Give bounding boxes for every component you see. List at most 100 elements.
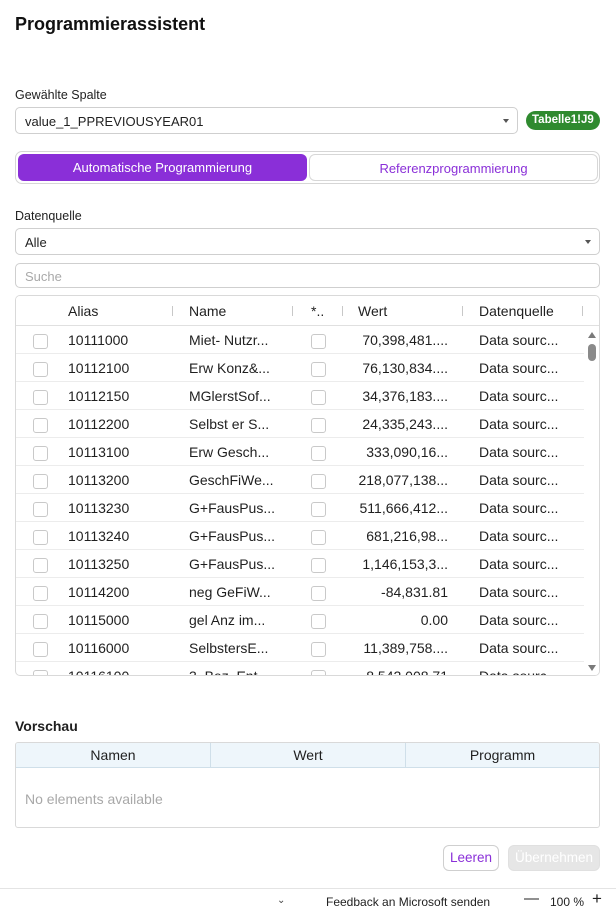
zoom-in-button[interactable]: + (592, 889, 602, 909)
name-cell: G+FausPus... (189, 528, 275, 544)
table-row[interactable]: 10112200 Selbst er S... 24,335,243.... Data… (16, 410, 585, 438)
row-flag-checkbox[interactable] (311, 334, 326, 349)
alias-cell: 10112150 (68, 388, 130, 404)
datasource-cell: Data sourc... (479, 528, 559, 544)
column-header-name[interactable]: Name (189, 303, 226, 319)
alias-cell: 10116000 (68, 640, 130, 656)
row-select-checkbox[interactable] (33, 390, 48, 405)
zoom-out-button[interactable]: — (524, 890, 539, 907)
feedback-link[interactable]: Feedback an Microsoft senden (326, 895, 490, 909)
row-select-checkbox[interactable] (33, 418, 48, 433)
row-flag-checkbox[interactable] (311, 670, 326, 675)
row-select-checkbox[interactable] (33, 614, 48, 629)
name-cell: Selbst er S... (189, 416, 270, 432)
table-row[interactable]: 10113200 GeschFiWe... 218,077,138... Data s… (16, 466, 585, 494)
mode-toggle: Automatische Programmierung Referenzprog… (15, 151, 600, 184)
table-row[interactable]: 10111000 Miet- Nutzr... 70,398,481.... Data… (16, 326, 585, 354)
name-cell: neg GeFiW... (189, 584, 271, 600)
table-row[interactable]: 10112150 MGlerstSof... 34,376,183.... Data … (16, 382, 585, 410)
value-cell: 76,130,834.... (362, 360, 448, 376)
apply-button[interactable]: Übernehmen (508, 845, 600, 871)
table-row[interactable]: 10113230 G+FausPus... 511,666,412... Data s… (16, 494, 585, 522)
row-flag-checkbox[interactable] (311, 530, 326, 545)
row-select-checkbox[interactable] (33, 362, 48, 377)
row-flag-checkbox[interactable] (311, 642, 326, 657)
alias-cell: 10114200 (68, 584, 130, 600)
chevron-down-icon[interactable]: ⌄ (277, 895, 285, 906)
datasource-cell: Data sourc... (479, 500, 559, 516)
alias-cell: 10113240 (68, 528, 130, 544)
alias-cell: 10112200 (68, 416, 130, 432)
row-select-checkbox[interactable] (33, 558, 48, 573)
column-header-flag[interactable]: *.. (311, 303, 324, 319)
row-select-checkbox[interactable] (33, 446, 48, 461)
value-cell: 333,090,16... (366, 444, 448, 460)
tab-reference-programming[interactable]: Referenzprogrammierung (309, 154, 598, 181)
chevron-down-icon (585, 240, 591, 244)
table-row[interactable]: 10113250 G+FausPus... 1,146,153,3... Data s… (16, 550, 585, 578)
table-row[interactable]: 10114200 neg GeFiW... -84,831.81 Data sourc… (16, 578, 585, 606)
value-cell: 8,542,008.71 (366, 668, 448, 676)
preview-column-names: Namen (90, 747, 136, 763)
datasource-cell: Data sourc... (479, 640, 559, 656)
column-select[interactable]: value_1_PPREVIOUSYEAR01 (15, 107, 518, 134)
preview-column-program: Programm (469, 747, 536, 763)
row-flag-checkbox[interactable] (311, 390, 326, 405)
scroll-thumb[interactable] (588, 344, 596, 361)
column-label: Gewählte Spalte (15, 88, 107, 102)
datasource-select[interactable]: Alle (15, 228, 600, 255)
row-select-checkbox[interactable] (33, 670, 48, 675)
column-header-alias[interactable]: Alias (68, 303, 98, 319)
value-cell: 1,146,153,3... (362, 556, 448, 572)
table-row[interactable]: 10116000 SelbstersE... 11,389,758.... Data … (16, 634, 585, 662)
name-cell: SelbstersE... (189, 640, 269, 656)
scroll-down-icon[interactable] (588, 665, 596, 671)
datasource-cell: Data sourc... (479, 360, 559, 376)
row-flag-checkbox[interactable] (311, 418, 326, 433)
row-select-checkbox[interactable] (33, 502, 48, 517)
alias-cell: 10113200 (68, 472, 130, 488)
column-resize-handle[interactable] (292, 306, 293, 316)
alias-cell: 10111000 (68, 332, 129, 348)
value-cell: 0.00 (420, 612, 448, 628)
datasource-cell: Data sourc... (479, 388, 559, 404)
row-select-checkbox[interactable] (33, 586, 48, 601)
row-select-checkbox[interactable] (33, 530, 48, 545)
table-row[interactable]: 10113100 Erw Gesch... 333,090,16... Data so… (16, 438, 585, 466)
column-resize-handle[interactable] (342, 306, 343, 316)
name-cell: Miet- Nutzr... (189, 332, 269, 348)
alias-cell: 10112100 (68, 360, 130, 376)
row-select-checkbox[interactable] (33, 474, 48, 489)
column-resize-handle[interactable] (462, 306, 463, 316)
clear-button[interactable]: Leeren (443, 845, 499, 871)
column-resize-handle[interactable] (172, 306, 173, 316)
datasource-cell: Data sourc... (479, 472, 559, 488)
column-select-value: value_1_PPREVIOUSYEAR01 (25, 114, 204, 129)
alias-cell: 10115000 (68, 612, 130, 628)
preview-title: Vorschau (15, 718, 78, 734)
row-flag-checkbox[interactable] (311, 362, 326, 377)
column-header-datasource[interactable]: Datenquelle (479, 303, 554, 319)
row-flag-checkbox[interactable] (311, 614, 326, 629)
row-flag-checkbox[interactable] (311, 558, 326, 573)
row-select-checkbox[interactable] (33, 334, 48, 349)
name-cell: GeschFiWe... (189, 472, 274, 488)
table-row[interactable]: 10115000 gel Anz im... 0.00 Data sourc... (16, 606, 585, 634)
scroll-up-icon[interactable] (588, 332, 596, 338)
row-select-checkbox[interactable] (33, 642, 48, 657)
table-row[interactable]: 10113240 G+FausPus... 681,216,98... Data so… (16, 522, 585, 550)
row-flag-checkbox[interactable] (311, 502, 326, 517)
column-resize-handle[interactable] (582, 306, 583, 316)
row-flag-checkbox[interactable] (311, 586, 326, 601)
column-header-value[interactable]: Wert (358, 303, 387, 319)
vertical-scrollbar[interactable] (584, 326, 599, 675)
table-row[interactable]: 10112100 Erw Konz&... 76,130,834.... Data s… (16, 354, 585, 382)
row-flag-checkbox[interactable] (311, 474, 326, 489)
row-flag-checkbox[interactable] (311, 446, 326, 461)
datasource-cell: Data sourc... (479, 416, 559, 432)
search-input[interactable]: Suche (15, 263, 600, 288)
datasource-cell: Data sourc... (479, 612, 559, 628)
table-row[interactable]: 10116100 3. Bez. Ent... 8,542,008.71 Data s… (16, 662, 585, 676)
tab-automatic-programming[interactable]: Automatische Programmierung (18, 154, 307, 181)
chevron-down-icon (503, 119, 509, 123)
